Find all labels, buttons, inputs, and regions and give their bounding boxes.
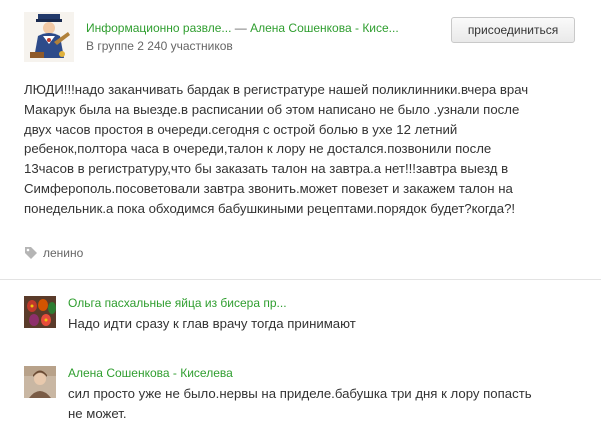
- beaded-easter-eggs-photo-icon: [24, 296, 56, 328]
- post-header: Информационно развле... — Алена Сошенков…: [24, 10, 584, 62]
- post-line: 13часов в регистратуру,что бы заказать т…: [24, 161, 509, 177]
- join-group-button[interactable]: присоединиться: [451, 17, 575, 43]
- comment-line: Надо идти сразу к глав врачу тогда прини…: [68, 316, 356, 331]
- post-line: понедельник.а пока обходимся бабушкиными…: [24, 200, 516, 216]
- comments-divider: [0, 279, 601, 280]
- comment-avatar[interactable]: [24, 296, 56, 328]
- group-name-link[interactable]: Информационно развле...: [86, 21, 231, 35]
- post-author-link[interactable]: Алена Сошенкова - Кисе...: [250, 21, 399, 35]
- group-members-count: В группе 2 240 участников: [86, 39, 233, 53]
- comment-avatar[interactable]: [24, 366, 56, 398]
- comment-text: сил просто уже не было.нервы на приделе.…: [68, 384, 588, 424]
- post-line: ЛЮДИ!!!надо заканчивать бардак в регистр…: [24, 82, 529, 97]
- comment-text: Надо идти сразу к глав врачу тогда прини…: [68, 314, 588, 334]
- tag-icon: [25, 247, 37, 259]
- post-line: Макарук была на выезде.в расписании об э…: [24, 101, 520, 117]
- cartoon-character-avatar-icon: [24, 12, 74, 62]
- comment: Ольга пасхальные яйца из бисера пр... На…: [24, 296, 594, 336]
- comment-author-link[interactable]: Ольга пасхальные яйца из бисера пр...: [68, 296, 287, 311]
- comment: Алена Сошенкова - Киселева сил просто уж…: [24, 366, 594, 426]
- post-line: двух часов простоя в очереди.сегодня с о…: [24, 121, 458, 137]
- post-source-line: Информационно развле... — Алена Сошенков…: [86, 21, 399, 36]
- post-line: Симферополь.посоветовали завтра звонить.…: [24, 180, 513, 196]
- comment-line: сил просто уже не было.нервы на приделе.…: [68, 386, 532, 401]
- post-line: ребенок,полтора часа в очереди,талон к л…: [24, 141, 492, 157]
- post-tag[interactable]: ленино: [24, 244, 83, 262]
- title-separator: —: [234, 21, 247, 35]
- user-photo-icon: [24, 366, 56, 398]
- post-body: ЛЮДИ!!!надо заканчивать бардак в регистр…: [24, 80, 594, 219]
- group-avatar[interactable]: [24, 12, 74, 62]
- comment-line: не может.: [68, 405, 127, 421]
- comment-author-link[interactable]: Алена Сошенкова - Киселева: [68, 366, 233, 381]
- tag-label[interactable]: ленино: [43, 246, 83, 260]
